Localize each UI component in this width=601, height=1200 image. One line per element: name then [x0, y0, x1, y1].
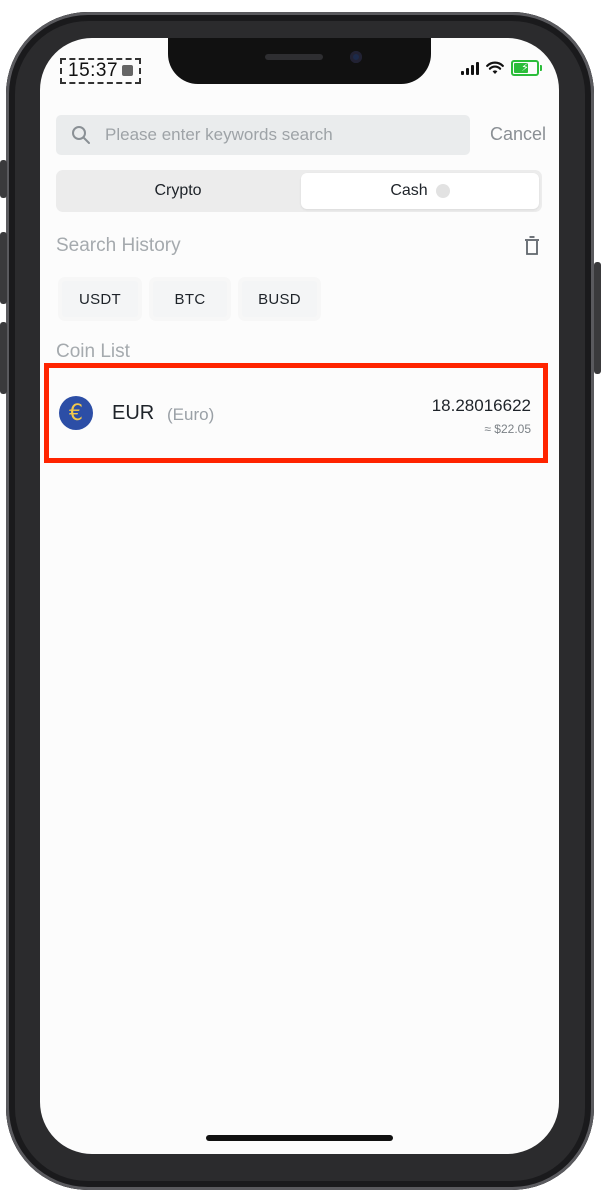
search-input[interactable] — [103, 124, 447, 146]
status-icons: ⚡ — [461, 60, 542, 76]
battery-charging-icon: ⚡ — [511, 60, 542, 76]
volume-up-button — [0, 232, 7, 304]
cellular-signal-icon — [461, 61, 479, 75]
volume-down-button — [0, 322, 7, 394]
euro-symbol: € — [69, 400, 83, 426]
coin-code: EUR — [112, 402, 155, 424]
history-chip-usdt[interactable]: USDT — [62, 281, 138, 317]
history-chip-btc-label: BTC — [174, 290, 206, 308]
coin-row-eur[interactable]: € EUR (Euro) 18.28016622 ≈ $22.05 — [44, 363, 548, 463]
history-chip-btc[interactable]: BTC — [153, 281, 227, 317]
coin-amount: 18.28016622 — [431, 396, 531, 415]
mute-switch — [0, 160, 7, 198]
notch — [168, 38, 431, 84]
recording-icon — [122, 65, 134, 77]
asset-type-segmented-control: Crypto Cash — [56, 170, 542, 212]
status-time: 15:37 — [60, 58, 142, 84]
euro-coin-icon: € — [59, 396, 93, 430]
front-camera — [350, 51, 362, 63]
status-time-text: 15:37 — [68, 60, 119, 81]
tab-crypto-label: Crypto — [154, 182, 202, 199]
home-indicator[interactable] — [206, 1135, 393, 1141]
history-chip-busd-label: BUSD — [258, 290, 301, 308]
search-box[interactable] — [56, 115, 470, 155]
search-row: Cancel — [56, 115, 546, 155]
loading-indicator-icon — [435, 184, 450, 198]
speaker — [265, 54, 323, 60]
cancel-button[interactable]: Cancel — [490, 124, 546, 145]
history-chip-usdt-label: USDT — [78, 290, 122, 308]
wifi-icon — [486, 61, 504, 74]
search-icon — [72, 126, 90, 144]
power-button — [594, 262, 601, 374]
search-history-title: Search History — [56, 235, 181, 256]
tab-crypto[interactable]: Crypto — [59, 173, 297, 209]
tab-cash[interactable]: Cash — [301, 173, 539, 209]
history-chip-busd[interactable]: BUSD — [242, 281, 317, 317]
phone-screen: 15:37 ⚡ Cancel Crypto Cash Search Histor… — [40, 38, 559, 1154]
trash-icon[interactable] — [524, 236, 540, 256]
tab-cash-label: Cash — [390, 182, 428, 199]
coin-name: (Euro) — [167, 405, 215, 424]
coin-usd-value: ≈ $22.05 — [484, 422, 531, 436]
coin-list-title: Coin List — [56, 341, 130, 362]
